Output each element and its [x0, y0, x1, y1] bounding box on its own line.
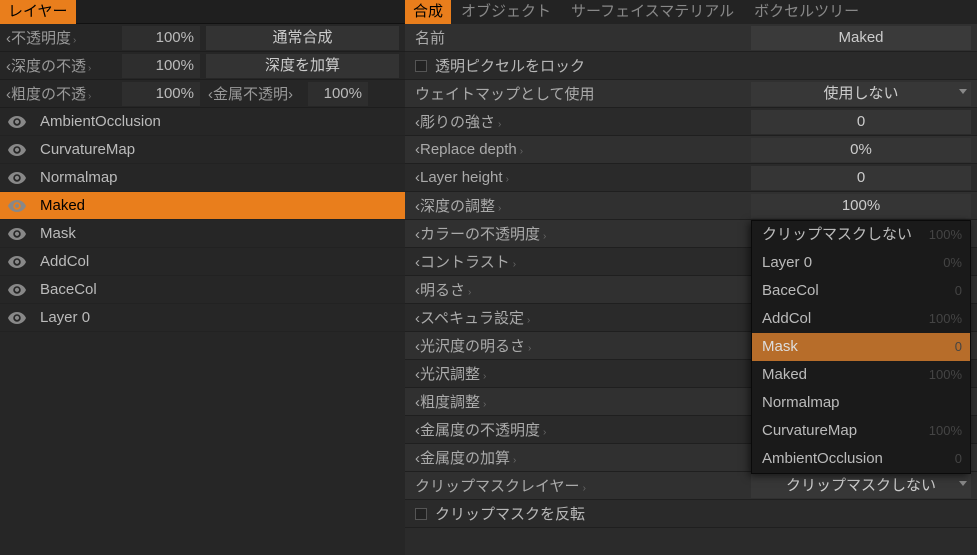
- layer-row[interactable]: BaceCol: [0, 276, 405, 304]
- clip-mask-dropdown[interactable]: クリップマスクしない100%Layer 00%BaceCol0AddCol100…: [751, 220, 971, 474]
- lock-label: 透明ピクセルをロック: [435, 55, 585, 76]
- tab-1[interactable]: オブジェクト: [451, 0, 561, 24]
- clipinvert-checkbox[interactable]: [415, 508, 427, 520]
- prop-value[interactable]: 0: [751, 110, 971, 134]
- layer-name: Maked: [34, 197, 85, 214]
- prop-row: ‹Replace depth› 0%: [405, 136, 977, 164]
- dropdown-item[interactable]: Normalmap: [752, 389, 970, 417]
- dropdown-item[interactable]: AddCol100%: [752, 305, 970, 333]
- prop-clipmask-label: クリップマスクレイヤー›: [405, 475, 751, 496]
- prop-label[interactable]: ‹カラーの不透明度›: [405, 223, 751, 244]
- visibility-icon[interactable]: [8, 143, 34, 157]
- prop-weightmap-row: ウェイトマップとして使用 使用しない: [405, 80, 977, 108]
- layers-panel: レイヤー ‹不透明度› 100% 通常合成 ‹深度の不透› 100% 深度を加算…: [0, 0, 405, 555]
- tab-layers[interactable]: レイヤー: [0, 0, 76, 24]
- properties-panel: 合成オブジェクトサーフェイスマテリアルボクセルツリー 名前 Maked 透明ピク…: [405, 0, 977, 555]
- visibility-icon[interactable]: [8, 255, 34, 269]
- layer-row[interactable]: CurvatureMap: [0, 136, 405, 164]
- layer-row[interactable]: Mask: [0, 220, 405, 248]
- prop-row: ‹深度の調整› 100%: [405, 192, 977, 220]
- depth-mode-select[interactable]: 深度を加算: [206, 54, 399, 78]
- layer-opacity-controls: ‹不透明度› 100% 通常合成 ‹深度の不透› 100% 深度を加算 ‹粗度の…: [0, 24, 405, 108]
- prop-label[interactable]: ‹Replace depth›: [405, 141, 751, 158]
- prop-label[interactable]: ‹金属度の加算›: [405, 447, 751, 468]
- properties-body: 名前 Maked 透明ピクセルをロック ウェイトマップとして使用 使用しない ‹…: [405, 24, 977, 555]
- prop-label[interactable]: ‹彫りの強さ›: [405, 111, 751, 132]
- opacity-value[interactable]: 100%: [122, 26, 200, 50]
- app-root: レイヤー ‹不透明度› 100% 通常合成 ‹深度の不透› 100% 深度を加算…: [0, 0, 977, 555]
- dropdown-item[interactable]: CurvatureMap100%: [752, 417, 970, 445]
- dropdown-item[interactable]: Maked100%: [752, 361, 970, 389]
- properties-tabs: 合成オブジェクトサーフェイスマテリアルボクセルツリー: [405, 0, 977, 24]
- prop-value[interactable]: 0: [751, 166, 971, 190]
- tab-3[interactable]: ボクセルツリー: [744, 0, 869, 24]
- opacity-label[interactable]: ‹不透明度›: [0, 27, 122, 48]
- opacity-row: ‹不透明度› 100% 通常合成: [0, 24, 405, 52]
- visibility-icon[interactable]: [8, 115, 34, 129]
- prop-weightmap-label: ウェイトマップとして使用: [405, 83, 751, 104]
- lock-checkbox[interactable]: [415, 60, 427, 72]
- dropdown-item[interactable]: Mask0: [752, 333, 970, 361]
- prop-row: ‹Layer height› 0: [405, 164, 977, 192]
- prop-label[interactable]: ‹粗度調整›: [405, 391, 751, 412]
- prop-label[interactable]: ‹金属度の不透明度›: [405, 419, 751, 440]
- depth-opacity-value[interactable]: 100%: [122, 54, 200, 78]
- chevron-down-icon: [959, 481, 967, 486]
- prop-lock-row: 透明ピクセルをロック: [405, 52, 977, 80]
- prop-label[interactable]: ‹明るさ›: [405, 279, 751, 300]
- visibility-icon[interactable]: [8, 227, 34, 241]
- prop-label[interactable]: ‹深度の調整›: [405, 195, 751, 216]
- tab-rest-spacer: [76, 0, 405, 24]
- prop-label[interactable]: ‹光沢調整›: [405, 363, 751, 384]
- chevron-down-icon: [959, 89, 967, 94]
- rough-opacity-row: ‹粗度の不透› 100% ‹金属不透明› 100%: [0, 80, 405, 108]
- dropdown-item[interactable]: BaceCol0: [752, 277, 970, 305]
- visibility-icon[interactable]: [8, 283, 34, 297]
- prop-name-label: 名前: [405, 27, 751, 48]
- layers-panel-header: レイヤー: [0, 0, 405, 24]
- layer-name: AmbientOcclusion: [34, 113, 161, 130]
- layer-row[interactable]: Normalmap: [0, 164, 405, 192]
- metal-opacity-label[interactable]: ‹金属不透明›: [204, 83, 308, 104]
- rough-opacity-label[interactable]: ‹粗度の不透›: [0, 83, 122, 104]
- rough-opacity-value[interactable]: 100%: [122, 82, 200, 106]
- visibility-icon[interactable]: [8, 311, 34, 325]
- layer-row[interactable]: Maked: [0, 192, 405, 220]
- layer-name: Mask: [34, 225, 76, 242]
- layer-list: AmbientOcclusion CurvatureMap Normalmap …: [0, 108, 405, 555]
- metal-opacity-value[interactable]: 100%: [308, 82, 368, 106]
- prop-label[interactable]: ‹光沢度の明るさ›: [405, 335, 751, 356]
- prop-row: ‹彫りの強さ› 0: [405, 108, 977, 136]
- weightmap-select[interactable]: 使用しない: [751, 82, 971, 106]
- tab-0[interactable]: 合成: [405, 0, 451, 24]
- dropdown-item[interactable]: クリップマスクしない100%: [752, 221, 970, 249]
- prop-label[interactable]: ‹コントラスト›: [405, 251, 751, 272]
- prop-label[interactable]: ‹スペキュラ設定›: [405, 307, 751, 328]
- visibility-icon[interactable]: [8, 199, 34, 213]
- layer-row[interactable]: AmbientOcclusion: [0, 108, 405, 136]
- tab-2[interactable]: サーフェイスマテリアル: [561, 0, 744, 24]
- layer-name: CurvatureMap: [34, 141, 135, 158]
- layer-row[interactable]: Layer 0: [0, 304, 405, 332]
- dropdown-item[interactable]: Layer 00%: [752, 249, 970, 277]
- prop-label[interactable]: ‹Layer height›: [405, 169, 751, 186]
- blend-mode-select[interactable]: 通常合成: [206, 26, 399, 50]
- clipmask-select[interactable]: クリップマスクしない: [751, 474, 971, 498]
- prop-value[interactable]: 100%: [751, 194, 971, 218]
- layer-name: AddCol: [34, 253, 89, 270]
- prop-clipmask-row: クリップマスクレイヤー› クリップマスクしない: [405, 472, 977, 500]
- layer-name: BaceCol: [34, 281, 97, 298]
- prop-clipinvert-row: クリップマスクを反転: [405, 500, 977, 528]
- layer-name: Layer 0: [34, 309, 90, 326]
- layer-name: Normalmap: [34, 169, 118, 186]
- prop-name-value[interactable]: Maked: [751, 26, 971, 50]
- depth-opacity-row: ‹深度の不透› 100% 深度を加算: [0, 52, 405, 80]
- visibility-icon[interactable]: [8, 171, 34, 185]
- clipinvert-label: クリップマスクを反転: [435, 503, 585, 524]
- layer-row[interactable]: AddCol: [0, 248, 405, 276]
- prop-name-row: 名前 Maked: [405, 24, 977, 52]
- depth-opacity-label[interactable]: ‹深度の不透›: [0, 55, 122, 76]
- prop-value[interactable]: 0%: [751, 138, 971, 162]
- dropdown-item[interactable]: AmbientOcclusion0: [752, 445, 970, 473]
